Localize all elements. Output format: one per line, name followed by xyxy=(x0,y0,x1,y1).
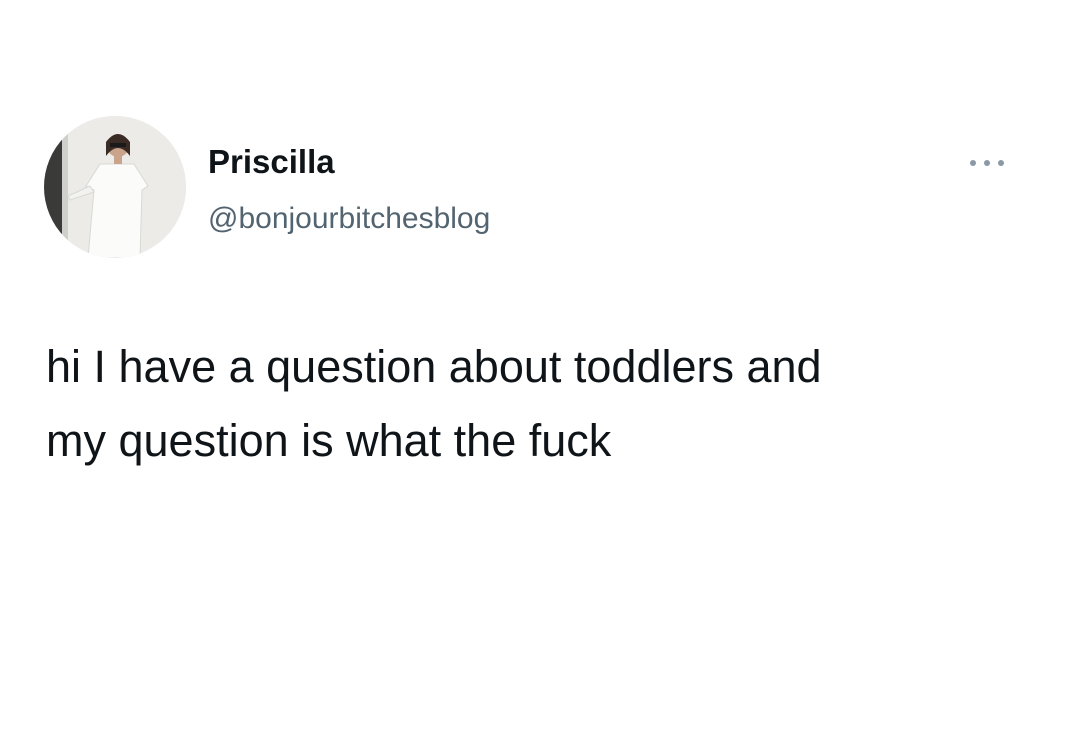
more-horizontal-icon xyxy=(970,160,1004,166)
avatar[interactable] xyxy=(44,116,186,258)
more-options-button[interactable] xyxy=(950,146,1024,180)
tweet-text: hi I have a question about toddlers and … xyxy=(46,341,822,466)
author-display-name[interactable]: Priscilla xyxy=(208,142,335,182)
tweet-card: Priscilla @bonjourbitchesblog hi I have … xyxy=(0,0,1080,751)
profile-photo xyxy=(44,116,186,258)
author-handle[interactable]: @bonjourbitchesblog xyxy=(208,200,490,238)
